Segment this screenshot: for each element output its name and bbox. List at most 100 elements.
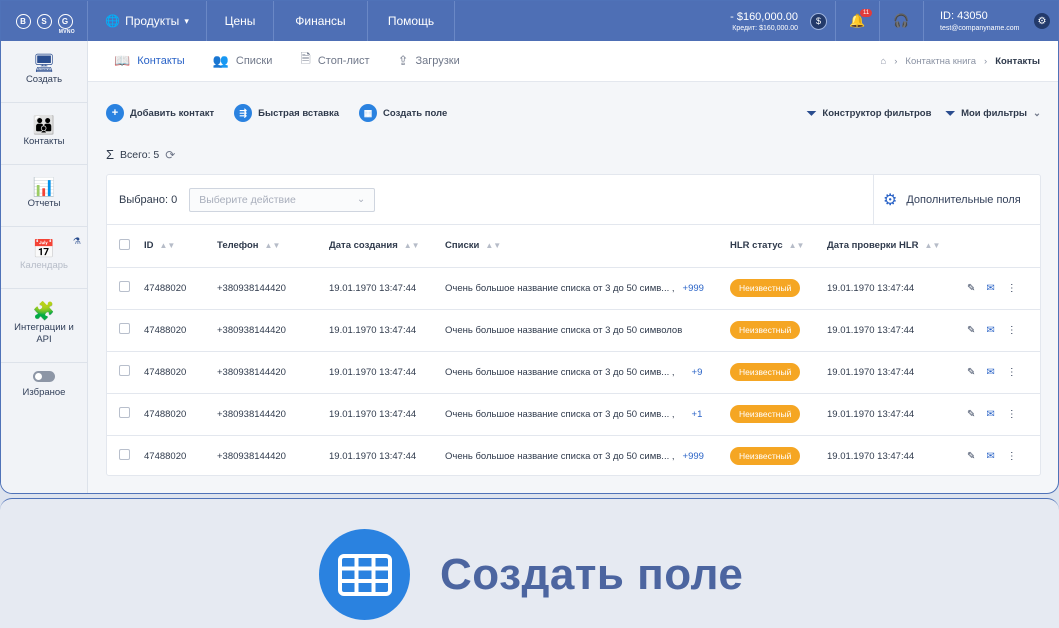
sidebar-item-create[interactable]: 🖥 Создать [1,41,87,103]
row-checkbox[interactable] [119,281,130,292]
feature-banner: Создать поле [0,498,1059,628]
balance-display[interactable]: - $160,000.00 Кредит: $160,000.00 [684,1,802,41]
column-header-hlr[interactable]: HLR статус ▲▼ [730,225,827,268]
sidebar-item-integrations[interactable]: 🧩 Интеграции и API [1,289,87,363]
support-button[interactable]: 🎧 [880,1,924,41]
sidebar-item-contacts[interactable]: 👪 Контакты [1,103,87,165]
extra-fields-button[interactable]: ⚙ Дополнительные поля [873,175,1040,224]
nav-products[interactable]: 🌐 Продукты ▾ [88,1,207,41]
wallet-button[interactable]: $ [802,1,836,41]
hlr-status-badge: Неизвестный [730,321,801,339]
table-row[interactable]: 47488020 +380938144420 19.01.1970 13:47:… [107,309,1040,352]
sort-icon: ▲▼ [264,241,281,251]
users-icon: 👥 [212,53,229,68]
more-lists-link[interactable]: +999 [683,283,704,294]
more-vertical-icon[interactable]: ⋮ [1007,367,1017,378]
cell-created: 19.01.1970 13:47:44 [329,309,445,352]
notifications-button[interactable]: 🔔 11 [836,1,880,41]
message-icon[interactable]: ✉ [986,409,994,420]
add-contact-label: Добавить контакт [130,107,215,119]
edit-pencil-icon[interactable]: ✎ [967,409,975,420]
edit-pencil-icon[interactable]: ✎ [967,451,975,462]
sort-icon: ▲▼ [924,241,941,251]
nav-help[interactable]: Помощь [368,1,455,41]
home-icon[interactable]: ⌂ [880,56,886,67]
bulk-action-select[interactable]: Выберите действие ⌄ [189,187,376,212]
cell-hlr: Неизвестный [730,393,827,436]
notifications-badge: 11 [860,9,873,17]
hlr-status-badge: Неизвестный [730,363,801,381]
logo-letter: G [57,13,73,29]
more-vertical-icon[interactable]: ⋮ [1007,451,1017,462]
tab-lists[interactable]: 👥 Списки [199,41,287,81]
favorites-toggle[interactable] [33,371,55,382]
sidebar-item-label: Отчеты [27,198,61,209]
add-contact-button[interactable]: + Добавить контакт [106,104,214,122]
edit-pencil-icon[interactable]: ✎ [967,367,975,378]
navbar-spacer [455,1,684,41]
row-checkbox[interactable] [119,365,130,376]
calendar-icon: 📅 [32,239,56,259]
plus-icon: + [106,104,124,122]
edit-pencil-icon[interactable]: ✎ [967,283,975,294]
logo-letter: S [36,13,52,29]
message-icon[interactable]: ✉ [986,367,994,378]
filters-group: ⏷ Конструктор фильтров ⏷ Мои фильтры ⌄ [807,106,1041,121]
tab-stoplist[interactable]: 🗎 Стоп-лист [286,41,383,81]
sidebar-item-reports[interactable]: 📊 Отчеты [1,165,87,227]
row-checkbox[interactable] [119,323,130,334]
more-lists-link[interactable]: +1 [692,409,703,420]
lists-text: Очень большое название списка от 3 до 50… [445,408,675,420]
message-icon[interactable]: ✉ [986,451,994,462]
nav-finance[interactable]: Финансы [274,1,368,41]
sidebar: 🖥 Создать 👪 Контакты 📊 Отчеты ⚗ 📅 Календ… [1,41,88,493]
user-account[interactable]: ID: 43050 test@companyname.com [924,1,1024,41]
my-filters-dropdown[interactable]: ⏷ Мои фильтры ⌄ [945,106,1041,121]
tab-contacts[interactable]: 📖 Контакты [88,41,199,81]
table-row[interactable]: 47488020 +380938144420 19.01.1970 13:47:… [107,435,1040,477]
create-field-button[interactable]: ▦ Создать поле [359,104,447,122]
more-vertical-icon[interactable]: ⋮ [1007,283,1017,294]
column-header-id[interactable]: ID ▲▼ [144,225,217,268]
create-message-icon: 🖥 [32,53,56,73]
cell-hlr: Неизвестный [730,351,827,394]
table-row[interactable]: 47488020 +380938144420 19.01.1970 13:47:… [107,267,1040,310]
brand-logo[interactable]: B S G MVNO [1,1,88,41]
more-vertical-icon[interactable]: ⋮ [1007,325,1017,336]
message-icon[interactable]: ✉ [986,283,994,294]
table-grid-icon: ▦ [359,104,378,122]
message-icon[interactable]: ✉ [986,325,994,336]
settings-button[interactable]: ⚙ [1024,1,1058,41]
filter-builder-button[interactable]: ⏷ Конструктор фильтров [807,106,932,121]
refresh-icon[interactable]: ⟳ [165,148,175,162]
select-all-checkbox[interactable] [119,238,130,250]
table-row[interactable]: 47488020 +380938144420 19.01.1970 13:47:… [107,351,1040,394]
row-checkbox[interactable] [119,449,130,461]
breadcrumb-book[interactable]: Контактна книга [905,56,976,67]
cell-actions: ✎ ✉ ⋮ [967,267,1040,310]
column-header-created[interactable]: Дата создания ▲▼ [329,225,445,268]
extra-fields-label: Дополнительные поля [906,193,1021,206]
edit-pencil-icon[interactable]: ✎ [967,325,975,336]
cell-lists: Очень большое название списка от 3 до 50… [445,351,730,394]
sidebar-item-favorites[interactable]: Избраное [1,363,87,407]
column-header-label: Дата проверки HLR [827,240,919,252]
cell-hlr-date: 19.01.1970 13:47:44 [827,351,967,394]
nav-prices[interactable]: Цены [207,1,274,41]
more-vertical-icon[interactable]: ⋮ [1007,409,1017,420]
funnel-plus-icon: ⏷ [806,105,817,120]
row-checkbox[interactable] [119,407,130,418]
more-lists-link[interactable]: +999 [683,451,704,462]
column-header-lists[interactable]: Списки ▲▼ [445,225,730,268]
hlr-status-badge: Неизвестный [730,279,801,297]
column-header-phone[interactable]: Телефон ▲▼ [217,225,329,268]
row-select-cell [107,351,144,394]
tab-uploads[interactable]: ⇪ Загрузки [384,41,474,81]
column-header-hlr-date[interactable]: Дата проверки HLR ▲▼ [827,225,967,268]
quick-insert-button[interactable]: ⇶ Быстрая вставка [234,104,339,122]
table-header-row: ID ▲▼ Телефон ▲▼ Дата создания ▲▼ Списки ▲▼ … [107,225,1040,268]
logo-letter: B [15,13,31,29]
sidebar-item-calendar[interactable]: ⚗ 📅 Календарь [1,227,87,289]
more-lists-link[interactable]: +9 [692,367,703,378]
table-row[interactable]: 47488020 +380938144420 19.01.1970 13:47:… [107,393,1040,436]
